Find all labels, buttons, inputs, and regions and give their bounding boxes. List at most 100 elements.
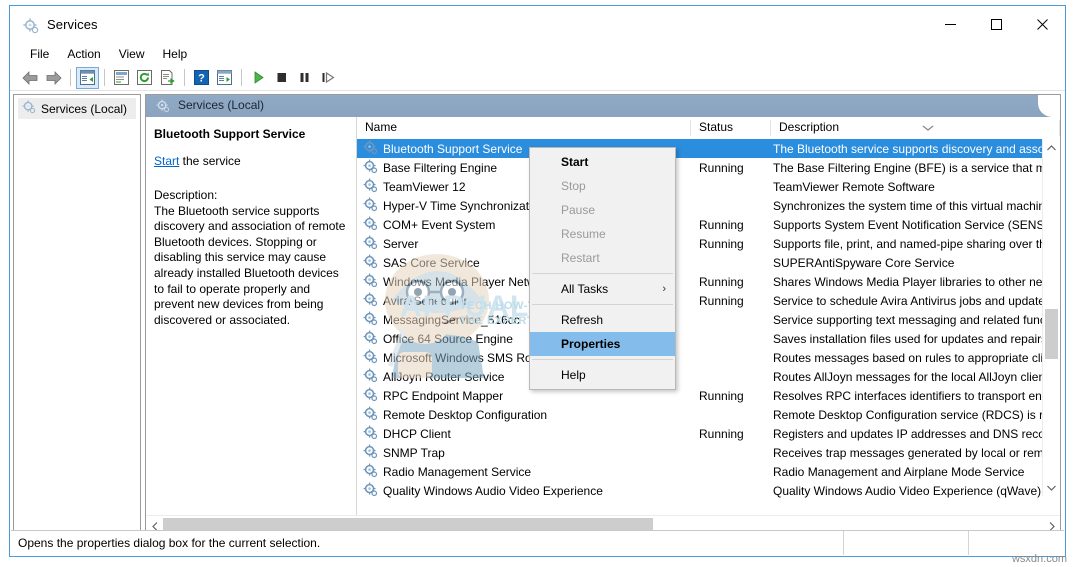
context-menu-item-help[interactable]: Help bbox=[530, 363, 675, 387]
menu-view[interactable]: View bbox=[110, 45, 154, 63]
service-gear-icon bbox=[363, 254, 378, 272]
toolbar-separator bbox=[104, 69, 105, 86]
menu-action[interactable]: Action bbox=[58, 45, 109, 63]
service-gear-icon bbox=[363, 425, 378, 443]
service-name-label: AllJoyn Router Service bbox=[383, 369, 505, 384]
table-row[interactable]: SAS Core Service SUPERAntiSpyware Core Se… bbox=[357, 253, 1060, 272]
table-row[interactable]: DHCP Client Running Registers and updates … bbox=[357, 424, 1060, 443]
table-row[interactable]: TeamViewer 12 TeamViewer Remote Software bbox=[357, 177, 1060, 196]
start-service-link-row: Start the service bbox=[154, 154, 346, 168]
service-gear-icon bbox=[363, 216, 378, 234]
context-menu-separator bbox=[532, 359, 673, 360]
sidebar-item-label: Services (Local) bbox=[41, 101, 128, 116]
column-header-description[interactable]: Description bbox=[771, 117, 1060, 139]
sort-descending-icon bbox=[922, 121, 934, 131]
service-gear-icon bbox=[363, 292, 378, 310]
menu-bar: File Action View Help bbox=[10, 43, 1065, 65]
service-gear-icon bbox=[363, 368, 378, 386]
cell-description: The Bluetooth service supports discovery… bbox=[773, 141, 1060, 156]
context-menu-item-label: Restart bbox=[561, 251, 600, 265]
menu-help[interactable]: Help bbox=[154, 45, 197, 63]
cell-description: Saves installation files used for update… bbox=[773, 331, 1060, 346]
pause-service-icon[interactable] bbox=[293, 67, 316, 89]
column-header-name[interactable]: Name bbox=[357, 117, 691, 139]
context-menu-item-label: Resume bbox=[561, 227, 606, 241]
context-menu-separator bbox=[532, 304, 673, 305]
toolbar: ? bbox=[10, 65, 1065, 91]
refresh-icon[interactable] bbox=[133, 67, 156, 89]
cell-status: Running bbox=[699, 426, 744, 441]
service-gear-icon bbox=[363, 197, 378, 215]
cell-name: Quality Windows Audio Video Experience bbox=[357, 482, 691, 500]
table-row[interactable]: Avira Scheduler Running Service to schedul… bbox=[357, 291, 1060, 310]
start-service-link[interactable]: Start bbox=[154, 154, 179, 168]
cell-description: Resolves RPC interfaces identifiers to t… bbox=[773, 388, 1060, 403]
table-row[interactable]: Radio Management Service Radio Management… bbox=[357, 462, 1060, 481]
table-row[interactable]: Hyper-V Time Synchronizati Synchronizes t… bbox=[357, 196, 1060, 215]
pane-header: Services (Local) bbox=[146, 95, 1060, 117]
table-row[interactable]: Office 64 Source Engine Saves installatio… bbox=[357, 329, 1060, 348]
context-menu-item-refresh[interactable]: Refresh bbox=[530, 308, 675, 332]
context-menu-item-all-tasks[interactable]: All Tasks › bbox=[530, 277, 675, 301]
cell-name: DHCP Client bbox=[357, 425, 691, 443]
context-menu: Start Stop Pause Resume Restart All Tasks › Ref… bbox=[529, 147, 676, 390]
help-icon[interactable]: ? bbox=[190, 67, 213, 89]
table-row[interactable]: Microsoft Windows SMS Rou Routes messages… bbox=[357, 348, 1060, 367]
table-row[interactable]: COM+ Event System Running Supports System … bbox=[357, 215, 1060, 234]
context-menu-item-start[interactable]: Start bbox=[530, 150, 675, 174]
properties-icon[interactable] bbox=[110, 67, 133, 89]
service-gear-icon bbox=[363, 330, 378, 348]
cell-description: Supports System Event Notification Servi… bbox=[773, 217, 1060, 232]
table-row[interactable]: Bluetooth Support Service The Bluetooth s… bbox=[357, 139, 1060, 158]
maximize-button[interactable] bbox=[973, 6, 1019, 43]
toolbar-separator bbox=[70, 69, 71, 86]
table-row[interactable]: AllJoyn Router Service Routes AllJoyn mes… bbox=[357, 367, 1060, 386]
context-menu-item-properties[interactable]: Properties bbox=[530, 332, 675, 356]
show-action-pane-icon[interactable] bbox=[213, 67, 236, 89]
service-name-label: RPC Endpoint Mapper bbox=[383, 388, 504, 403]
list-header: Name Status Description bbox=[357, 117, 1060, 140]
table-row[interactable]: MessagingService_516cc Service supporting… bbox=[357, 310, 1060, 329]
back-icon[interactable] bbox=[19, 67, 42, 89]
service-name-label: Hyper-V Time Synchronizati bbox=[383, 198, 532, 213]
column-header-status[interactable]: Status bbox=[691, 117, 771, 139]
stop-service-icon[interactable] bbox=[270, 67, 293, 89]
context-menu-item-label: Stop bbox=[561, 179, 586, 193]
pane-corner-curl bbox=[1038, 95, 1060, 117]
show-hide-console-tree-icon[interactable] bbox=[76, 66, 99, 89]
scroll-down-icon[interactable] bbox=[1043, 479, 1060, 496]
table-row[interactable]: SNMP Trap Receives trap messages generate… bbox=[357, 443, 1060, 462]
cell-description: TeamViewer Remote Software bbox=[773, 179, 935, 194]
close-button[interactable] bbox=[1019, 6, 1065, 43]
cell-description: Routes AllJoyn messages for the local Al… bbox=[773, 369, 1058, 384]
restart-service-icon[interactable] bbox=[316, 67, 339, 89]
table-row[interactable]: Server Running Supports file, print, and n… bbox=[357, 234, 1060, 253]
cell-description: The Base Filtering Engine (BFE) is a ser… bbox=[773, 160, 1060, 175]
menu-file[interactable]: File bbox=[21, 45, 58, 63]
vertical-scrollbar[interactable] bbox=[1042, 139, 1060, 496]
start-service-icon[interactable] bbox=[247, 67, 270, 89]
cell-description: Shares Windows Media Player libraries to… bbox=[773, 274, 1060, 289]
submenu-arrow-icon: › bbox=[662, 283, 666, 295]
export-list-icon[interactable] bbox=[156, 67, 179, 89]
forward-icon[interactable] bbox=[42, 67, 65, 89]
status-cell-1 bbox=[844, 531, 969, 555]
minimize-button[interactable] bbox=[927, 6, 973, 43]
table-row[interactable]: Quality Windows Audio Video Experience Qu… bbox=[357, 481, 1060, 500]
cell-description: Supports file, print, and named-pipe sha… bbox=[773, 236, 1053, 251]
table-row[interactable]: Remote Desktop Configuration Remote Deskt… bbox=[357, 405, 1060, 424]
sidebar-item-services-local[interactable]: Services (Local) bbox=[18, 98, 136, 119]
service-name-label: Windows Media Player Netw bbox=[383, 274, 536, 289]
service-gear-icon bbox=[363, 387, 378, 405]
cell-status: Running bbox=[699, 274, 744, 289]
pane-header-title: Services (Local) bbox=[178, 98, 265, 112]
corner-attribution: wsxdn.com bbox=[1011, 553, 1067, 565]
vertical-scroll-thumb[interactable] bbox=[1045, 309, 1058, 359]
scroll-up-icon[interactable] bbox=[1043, 139, 1060, 156]
table-row[interactable]: Windows Media Player Netw Running Shares W… bbox=[357, 272, 1060, 291]
service-name-label: COM+ Event System bbox=[383, 217, 496, 232]
table-row[interactable]: Base Filtering Engine Running The Base Fil… bbox=[357, 158, 1060, 177]
table-row[interactable]: RPC Endpoint Mapper Running Resolves RPC i… bbox=[357, 386, 1060, 405]
context-menu-item-label: Start bbox=[561, 155, 589, 169]
context-menu-item-label: Refresh bbox=[561, 313, 604, 327]
